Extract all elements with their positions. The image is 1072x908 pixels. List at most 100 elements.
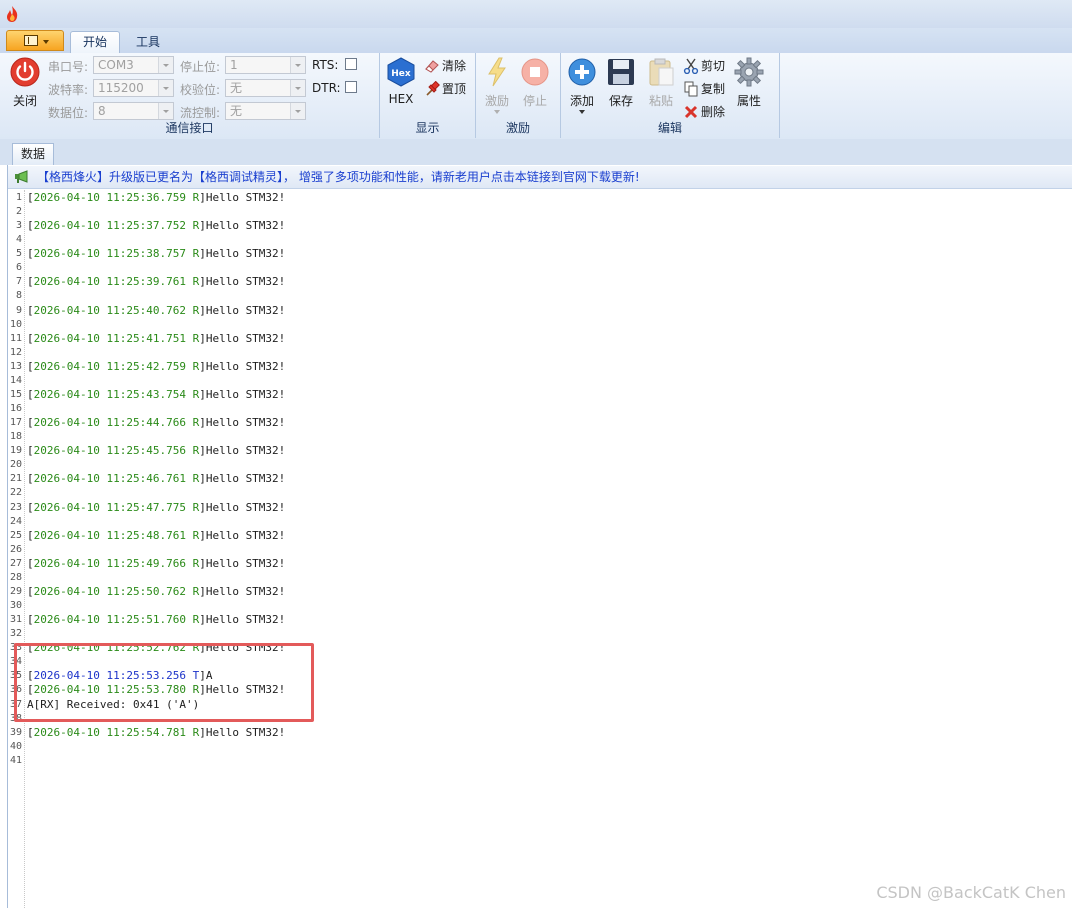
log-content: [2026-04-10 11:25:44.766 R]Hello STM32! [27, 416, 285, 430]
tab-tools[interactable]: 工具 [124, 31, 172, 53]
log-message: Hello STM32! [205, 444, 286, 458]
clear-label: 清除 [442, 59, 467, 73]
power-icon [10, 57, 40, 87]
rx-timestamp: 2026-04-10 11:25:54.781 R [33, 725, 200, 739]
line-number: 25 [9, 529, 22, 541]
log-content: [2026-04-10 11:25:48.761 R]Hello STM32! [27, 529, 285, 543]
scissors-icon [683, 58, 699, 74]
bracket: [ [27, 584, 34, 598]
log-content: [2026-04-10 11:25:49.766 R]Hello STM32! [27, 557, 285, 571]
dtr-checkbox[interactable] [345, 81, 357, 93]
app-menu-button[interactable] [6, 30, 64, 51]
tab-data[interactable]: 数据 [12, 143, 55, 165]
log-content: [2026-04-10 11:25:39.761 R]Hello STM32! [27, 275, 285, 289]
display-group: Hex HEX 清除 置顶 显示 [380, 53, 476, 138]
rx-timestamp: 2026-04-10 11:25:38.757 R [33, 247, 200, 261]
bracket: [ [27, 331, 34, 345]
line-number: 1 [15, 192, 22, 203]
save-button[interactable]: 保存 [605, 57, 637, 109]
copy-button[interactable]: 复制 [683, 79, 725, 99]
clear-button[interactable]: 清除 [424, 56, 466, 76]
display-group-title: 显示 [415, 121, 440, 135]
stop-label: 停止 [522, 94, 547, 108]
chevron-down-icon [494, 110, 500, 114]
port-select[interactable]: COM3 [93, 56, 174, 74]
rx-timestamp: 2026-04-10 11:25:42.759 R [33, 359, 200, 373]
databits-select[interactable]: 8 [93, 102, 174, 120]
gear-icon [734, 57, 764, 87]
flow-select[interactable]: 无 [225, 102, 306, 120]
baud-select[interactable]: 115200 [93, 79, 174, 97]
pin-top-button[interactable]: 置顶 [424, 79, 466, 99]
ribbon: 关闭 串口号: COM3 波特率: 115200 数据位: 8 停止位: 1 校… [0, 53, 1072, 140]
baud-label: 波特率: [48, 83, 89, 97]
log-content: [2026-04-10 11:25:50.762 R]Hello STM32! [27, 585, 285, 599]
log-content: [2026-04-10 11:25:38.757 R]Hello STM32! [27, 247, 285, 261]
rx-timestamp: 2026-04-10 11:25:40.762 R [33, 303, 200, 317]
hex-badge-text: Hex [391, 69, 411, 79]
rx-timestamp: 2026-04-10 11:25:49.766 R [33, 556, 200, 570]
pin-top-label: 置顶 [442, 82, 467, 96]
line-number: 30 [9, 600, 22, 612]
bracket: [ [27, 387, 34, 401]
bracket: ] [199, 247, 206, 261]
megaphone-icon [15, 170, 28, 183]
add-label: 添加 [569, 94, 594, 108]
watermark: CSDN @BackCatK Chen [876, 883, 1066, 902]
log-message: Hello STM32! [205, 584, 286, 598]
line-number: 7 [15, 276, 22, 288]
chevron-down-icon [158, 103, 173, 119]
paste-label: 粘贴 [648, 94, 673, 108]
stopbits-select[interactable]: 1 [225, 56, 306, 74]
line-number: 32 [9, 628, 22, 640]
hex-button[interactable]: Hex HEX [386, 57, 416, 106]
bracket: ] [199, 613, 206, 627]
properties-label: 属性 [736, 94, 761, 108]
line-number: 5 [15, 248, 22, 260]
delete-label: 删除 [701, 105, 726, 119]
log-view[interactable]: 1 [2026-04-10 11:25:36.759 R]Hello STM32!… [8, 190, 1072, 908]
stopbits-value: 1 [230, 58, 238, 72]
bracket: ] [199, 331, 206, 345]
trigger-group-title: 激励 [505, 121, 530, 135]
ribbon-tab-strip: 开始 工具 [0, 28, 1072, 53]
close-port-button[interactable]: 关闭 [6, 57, 44, 109]
tab-start[interactable]: 开始 [70, 31, 121, 53]
add-button[interactable]: 添加 [566, 57, 598, 115]
upgrade-notice-link[interactable]: 【格西烽火】升级版已更名为【格西调试精灵】， 增强了多项功能和性能，请新老用户点… [8, 166, 1072, 189]
properties-button[interactable]: 属性 [733, 57, 765, 109]
rx-timestamp: 2026-04-10 11:25:37.752 R [33, 219, 200, 233]
paste-button[interactable]: 粘贴 [645, 57, 677, 109]
trigger-button[interactable]: 激励 [482, 57, 512, 115]
bracket: [ [27, 219, 34, 233]
rx-timestamp: 2026-04-10 11:25:48.761 R [33, 528, 200, 542]
bracket: ] [199, 303, 206, 317]
cut-label: 剪切 [701, 59, 726, 73]
line-number: 6 [15, 262, 22, 274]
line-number: 4 [15, 234, 22, 246]
line-number: 16 [9, 403, 22, 415]
bracket: ] [199, 359, 206, 373]
stop-button[interactable]: 停止 [520, 57, 550, 109]
log-message: Hello STM32! [205, 359, 286, 373]
log-content: [2026-04-10 11:25:37.752 R]Hello STM32! [27, 219, 285, 233]
baud-value: 115200 [98, 81, 144, 95]
parity-value: 无 [230, 81, 243, 95]
port-value: COM3 [98, 58, 134, 72]
rx-timestamp: 2026-04-10 11:25:43.754 R [33, 387, 200, 401]
line-number: 10 [9, 318, 22, 330]
rts-checkbox[interactable] [345, 58, 357, 70]
parity-label: 校验位: [180, 83, 221, 97]
databits-value: 8 [98, 104, 106, 118]
line-number: 28 [9, 571, 22, 583]
bracket: ] [199, 387, 206, 401]
copy-icon [684, 81, 698, 96]
chevron-down-icon [158, 57, 173, 73]
parity-select[interactable]: 无 [225, 79, 306, 97]
cut-button[interactable]: 剪切 [683, 56, 725, 76]
bracket: [ [27, 472, 34, 486]
chevron-down-icon [579, 110, 585, 114]
clipboard-icon [649, 58, 674, 86]
log-message: Hello STM32! [205, 331, 286, 345]
log-content: [2026-04-10 11:25:42.759 R]Hello STM32! [27, 360, 285, 374]
